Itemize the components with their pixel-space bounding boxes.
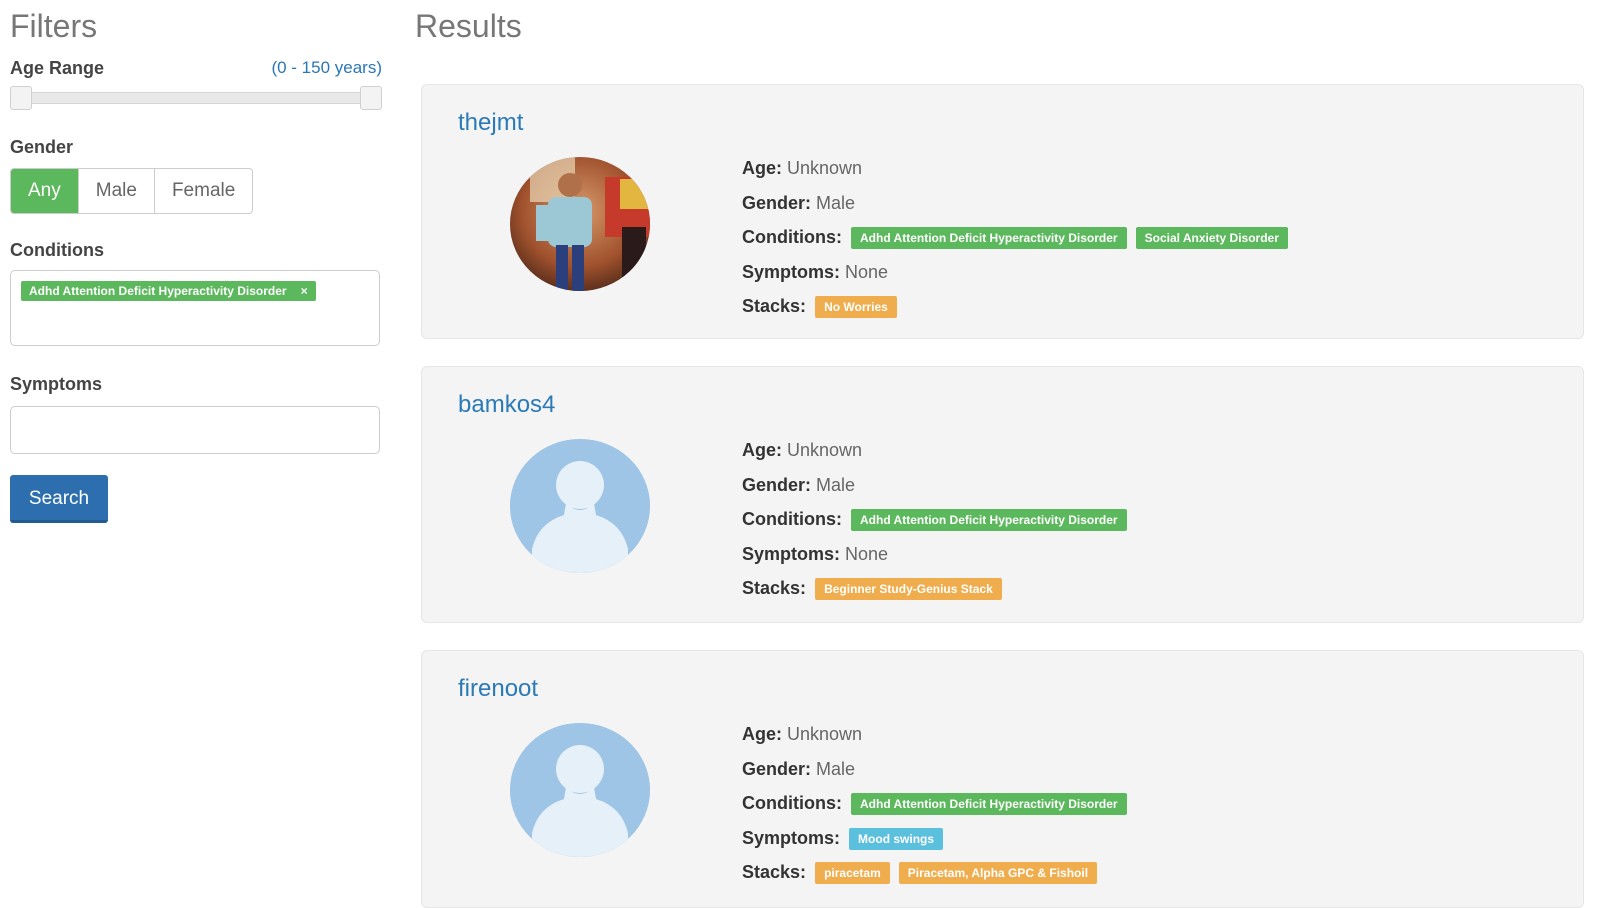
symptoms-row: Symptoms: None <box>742 255 1562 290</box>
age-row: Age: Unknown <box>742 717 1562 752</box>
age-key: Age: <box>742 158 782 178</box>
gender-value: Male <box>816 192 856 213</box>
gender-row: Gender: Male <box>742 186 1562 221</box>
age-range-label: Age Range <box>10 58 105 78</box>
user-details: Age: Unknown Gender: Male Conditions: Ad… <box>742 433 1562 606</box>
symptom-badge[interactable]: Mood swings <box>849 827 944 850</box>
results-title: Results <box>415 8 522 44</box>
slider-max-handle[interactable] <box>360 86 382 110</box>
age-value: Unknown <box>787 158 863 178</box>
remove-tag-icon[interactable]: × <box>301 284 308 298</box>
stack-badge[interactable]: No Worries <box>815 296 897 319</box>
stacks-key: Stacks: <box>742 296 807 316</box>
symptoms-key: Symptoms: <box>742 261 841 282</box>
symptoms-row: Symptoms: None <box>742 537 1562 572</box>
age-row: Age: Unknown <box>742 151 1562 186</box>
condition-tag: Adhd Attention Deficit Hyperactivity Dis… <box>21 281 316 301</box>
gender-toggle-group: Any Male Female <box>10 168 254 214</box>
stacks-row: Stacks: Beginner Study-Genius Stack <box>742 571 1562 606</box>
age-range-value: (0 - 150 years) <box>271 58 382 77</box>
conditions-row: Conditions: Adhd Attention Deficit Hyper… <box>742 220 1562 255</box>
avatar-photo[interactable] <box>510 157 650 291</box>
conditions-row: Conditions: Adhd Attention Deficit Hyper… <box>742 786 1562 821</box>
condition-badge[interactable]: Adhd Attention Deficit Hyperactivity Dis… <box>851 793 1127 816</box>
conditions-label: Conditions <box>10 240 104 260</box>
slider-min-handle[interactable] <box>10 86 32 110</box>
result-card: bamkos4 Age: Unknown Gender: Male Condit… <box>421 366 1584 623</box>
gender-value: Male <box>816 758 856 779</box>
user-details: Age: Unknown Gender: Male Conditions: Ad… <box>742 717 1562 890</box>
age-key: Age: <box>742 440 782 460</box>
condition-tag-label: Adhd Attention Deficit Hyperactivity Dis… <box>29 284 287 298</box>
filters-title: Filters <box>10 8 98 44</box>
symptoms-input[interactable] <box>10 406 380 454</box>
stacks-key: Stacks: <box>742 578 807 598</box>
gender-row: Gender: Male <box>742 468 1562 503</box>
symptoms-key: Symptoms: <box>742 827 841 848</box>
gender-key: Gender: <box>742 758 812 779</box>
condition-badge[interactable]: Adhd Attention Deficit Hyperactivity Dis… <box>851 227 1127 250</box>
condition-badge[interactable]: Adhd Attention Deficit Hyperactivity Dis… <box>851 509 1127 532</box>
symptoms-value: None <box>845 543 889 564</box>
username-link[interactable]: thejmt <box>458 109 523 137</box>
user-details: Age: Unknown Gender: Male Conditions: Ad… <box>742 151 1562 324</box>
avatar-placeholder-icon[interactable] <box>510 439 650 573</box>
conditions-row: Conditions: Adhd Attention Deficit Hyper… <box>742 502 1562 537</box>
stacks-row: Stacks: No Worries <box>742 289 1562 324</box>
symptoms-value: None <box>845 261 889 282</box>
stacks-key: Stacks: <box>742 862 807 882</box>
slider-track[interactable] <box>20 92 372 104</box>
stack-badge[interactable]: piracetam <box>815 862 890 885</box>
conditions-key: Conditions: <box>742 509 842 529</box>
gender-label: Gender <box>10 137 74 157</box>
symptoms-key: Symptoms: <box>742 543 841 564</box>
gender-female-button[interactable]: Female <box>153 169 252 213</box>
username-link[interactable]: firenoot <box>458 675 538 703</box>
username-link[interactable]: bamkos4 <box>458 391 555 419</box>
age-key: Age: <box>742 724 782 744</box>
gender-key: Gender: <box>742 192 812 213</box>
search-button[interactable]: Search <box>10 475 108 523</box>
age-range-slider[interactable] <box>10 86 382 110</box>
conditions-key: Conditions: <box>742 793 842 813</box>
age-row: Age: Unknown <box>742 433 1562 468</box>
age-value: Unknown <box>787 724 863 744</box>
age-value: Unknown <box>787 440 863 460</box>
symptoms-row: Symptoms: Mood swings <box>742 821 1562 856</box>
stacks-row: Stacks: piracetam Piracetam, Alpha GPC &… <box>742 855 1562 890</box>
gender-any-button[interactable]: Any <box>11 169 78 213</box>
stack-badge[interactable]: Beginner Study-Genius Stack <box>815 578 1002 601</box>
gender-key: Gender: <box>742 474 812 495</box>
symptoms-label: Symptoms <box>10 374 103 394</box>
result-card: thejmt Age: Unknown Gender: Male Conditi… <box>421 84 1584 339</box>
conditions-key: Conditions: <box>742 227 842 247</box>
conditions-tag-input[interactable]: Adhd Attention Deficit Hyperactivity Dis… <box>10 270 380 346</box>
condition-badge[interactable]: Social Anxiety Disorder <box>1135 227 1288 250</box>
gender-male-button[interactable]: Male <box>77 169 154 213</box>
gender-row: Gender: Male <box>742 752 1562 787</box>
gender-value: Male <box>816 474 856 495</box>
stack-badge[interactable]: Piracetam, Alpha GPC & Fishoil <box>898 862 1098 885</box>
result-card: firenoot Age: Unknown Gender: Male Condi… <box>421 650 1584 908</box>
avatar-placeholder-icon[interactable] <box>510 723 650 857</box>
